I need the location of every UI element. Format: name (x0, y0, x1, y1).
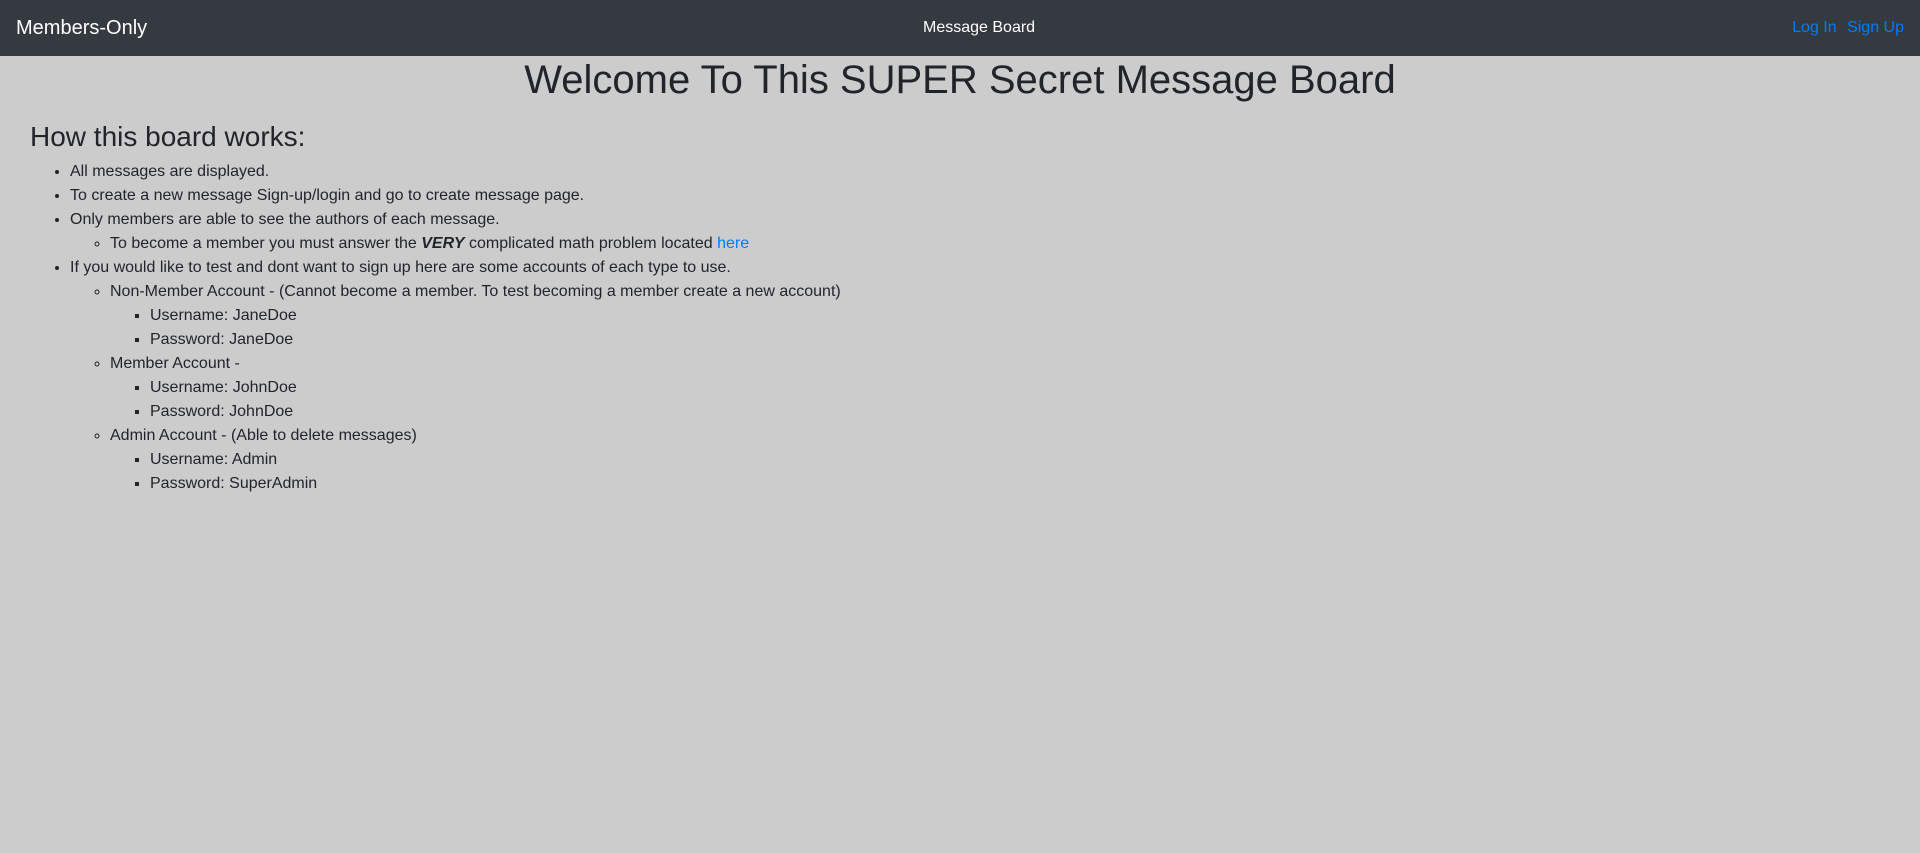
member-hint-suffix: complicated math problem located (464, 235, 718, 252)
credentials-list: Username: JohnDoe Password: JohnDoe (110, 376, 841, 424)
brand-link[interactable]: Members-Only (16, 16, 147, 40)
signup-link[interactable]: Sign Up (1847, 19, 1904, 36)
instructions-list: All messages are displayed. To create a … (30, 160, 841, 496)
math-problem-link[interactable]: here (717, 235, 749, 252)
username-text: Username: JaneDoe (150, 307, 297, 324)
list-item-text: Only members are able to see the authors… (70, 211, 500, 228)
password-item: Password: JohnDoe (150, 400, 841, 424)
username-item: Username: JaneDoe (150, 304, 841, 328)
navbar: Members-Only Message Board Log In Sign U… (0, 0, 1920, 56)
username-text: Username: Admin (150, 451, 278, 468)
list-item-text: If you would like to test and dont want … (70, 259, 731, 276)
section-title: How this board works: (30, 121, 306, 152)
list-item: If you would like to test and dont want … (70, 256, 841, 496)
member-hint-emphasis: VERY (421, 235, 465, 252)
list-item: To become a member you must answer the V… (110, 232, 841, 256)
username-item: Username: Admin (150, 448, 841, 472)
login-link[interactable]: Log In (1792, 19, 1836, 36)
credentials-list: Username: JaneDoe Password: JaneDoe (110, 304, 841, 352)
accounts-list: Non-Member Account - (Cannot become a me… (70, 280, 841, 496)
password-item: Password: JaneDoe (150, 328, 841, 352)
member-hint-prefix: To become a member you must answer the (110, 235, 422, 252)
account-member: Member Account - Username: JohnDoe Passw… (110, 352, 841, 424)
page-title: Welcome To This SUPER Secret Message Boa… (524, 58, 1396, 102)
account-non-member: Non-Member Account - (Cannot become a me… (110, 280, 841, 352)
list-item-text: All messages are displayed. (70, 163, 270, 180)
instructions: All messages are displayed. To create a … (30, 160, 841, 496)
list-item-text: To create a new message Sign-up/login an… (70, 187, 585, 204)
password-text: Password: JaneDoe (150, 331, 294, 348)
list-item: To create a new message Sign-up/login an… (70, 184, 841, 208)
password-text: Password: JohnDoe (150, 403, 294, 420)
username-item: Username: JohnDoe (150, 376, 841, 400)
list-item: All messages are displayed. (70, 160, 841, 184)
password-text: Password: SuperAdmin (150, 475, 318, 492)
account-label: Non-Member Account - (Cannot become a me… (110, 283, 841, 300)
auth-links: Log In Sign Up (1786, 18, 1904, 38)
member-sublist: To become a member you must answer the V… (70, 232, 841, 256)
account-label: Member Account - (110, 355, 240, 372)
message-board-link[interactable]: Message Board (923, 18, 1035, 38)
account-label: Admin Account - (Able to delete messages… (110, 427, 417, 444)
list-item: Only members are able to see the authors… (70, 208, 841, 256)
credentials-list: Username: Admin Password: SuperAdmin (110, 448, 841, 496)
username-text: Username: JohnDoe (150, 379, 297, 396)
password-item: Password: SuperAdmin (150, 472, 841, 496)
account-admin: Admin Account - (Able to delete messages… (110, 424, 841, 496)
